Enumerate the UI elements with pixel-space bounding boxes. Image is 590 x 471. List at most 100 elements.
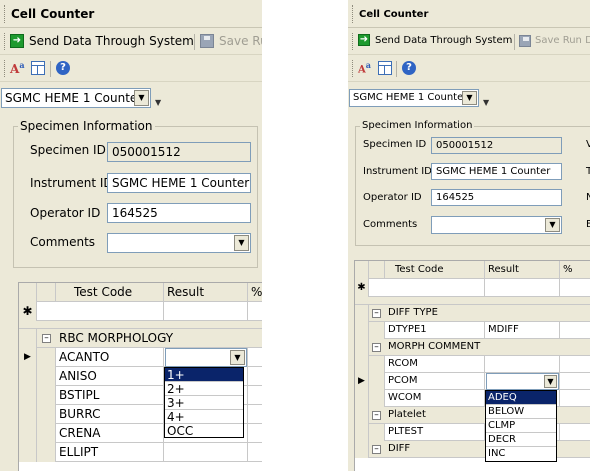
- table-row[interactable]: DTYPE1 MDIFF: [355, 322, 590, 339]
- dropdown-option[interactable]: INC: [486, 447, 556, 462]
- test-code-cell[interactable]: ELLIPT: [56, 443, 164, 462]
- operator-id-field[interactable]: 164525: [107, 203, 251, 223]
- toolbar-overflow-icon[interactable]: ▼: [155, 98, 161, 107]
- analyzer-select[interactable]: SGMC HEME 1 Counter ▼: [349, 89, 479, 107]
- test-code-cell[interactable]: CRENA: [56, 424, 164, 443]
- font-size-icon[interactable]: Aa: [10, 60, 25, 76]
- collapse-icon[interactable]: –: [372, 309, 381, 318]
- dropdown-option[interactable]: 4+: [165, 410, 243, 424]
- analyzer-select[interactable]: SGMC HEME 1 Counter ▼: [1, 88, 151, 108]
- dropdown-option[interactable]: 2+: [165, 382, 243, 396]
- group-row-morph-comment[interactable]: – MORPH COMMENT: [355, 339, 590, 356]
- new-row-result-cell[interactable]: [485, 279, 560, 297]
- instrument-id-label: Instrument ID: [30, 176, 113, 190]
- row-selector[interactable]: [355, 424, 369, 441]
- save-run-button[interactable]: Save Run D: [535, 35, 590, 46]
- group-row-diff-type[interactable]: – DIFF TYPE: [355, 305, 590, 322]
- comments-select[interactable]: ▼: [107, 233, 251, 253]
- send-arrow-icon[interactable]: ➜: [10, 34, 24, 48]
- result-cell[interactable]: [485, 356, 560, 373]
- test-code-cell[interactable]: BSTIPL: [56, 386, 164, 405]
- test-code-cell[interactable]: DTYPE1: [385, 322, 485, 339]
- column-header-result[interactable]: Result: [164, 283, 248, 302]
- save-run-button[interactable]: Save Ru: [219, 34, 262, 48]
- table-options-icon[interactable]: [31, 61, 45, 75]
- grip-handle[interactable]: [352, 5, 354, 23]
- chevron-down-icon[interactable]: ▼: [462, 91, 477, 105]
- new-row[interactable]: ✱: [355, 279, 590, 297]
- row-selector[interactable]: [19, 405, 37, 424]
- column-header-percent[interactable]: %: [248, 283, 262, 302]
- result-dropdown[interactable]: ▼: [165, 348, 247, 367]
- result-cell[interactable]: [164, 443, 248, 462]
- test-code-cell[interactable]: WCOM: [385, 390, 485, 407]
- grip-handle[interactable]: [4, 60, 6, 77]
- grip-handle[interactable]: [352, 60, 354, 77]
- chevron-down-icon[interactable]: ▼: [134, 90, 149, 106]
- instrument-id-field[interactable]: SGMC HEME 1 Counter: [431, 163, 562, 180]
- send-data-button[interactable]: Send Data Through System: [29, 34, 194, 48]
- row-selector[interactable]: [355, 339, 369, 356]
- row-selector[interactable]: [19, 443, 37, 462]
- collapse-icon[interactable]: –: [42, 334, 51, 343]
- row-selector[interactable]: [355, 305, 369, 322]
- dropdown-option[interactable]: 3+: [165, 396, 243, 410]
- result-dropdown[interactable]: ▼: [486, 373, 559, 390]
- collapse-icon[interactable]: –: [372, 411, 381, 420]
- chevron-down-icon[interactable]: ▼: [234, 235, 249, 251]
- column-header-result[interactable]: Result: [485, 261, 560, 279]
- comments-select[interactable]: ▼: [431, 216, 562, 234]
- dropdown-option[interactable]: 1+: [165, 368, 243, 382]
- group-row-rbc-morphology[interactable]: – RBC MORPHOLOGY: [19, 329, 262, 348]
- row-selector[interactable]: [355, 322, 369, 339]
- dropdown-option[interactable]: DECR: [486, 433, 556, 447]
- row-selector[interactable]: [355, 441, 369, 458]
- dropdown-option[interactable]: CLMP: [486, 419, 556, 433]
- instrument-id-field[interactable]: SGMC HEME 1 Counter: [107, 173, 251, 193]
- help-icon[interactable]: ?: [56, 61, 70, 75]
- result-cell[interactable]: MDIFF: [485, 322, 560, 339]
- row-selector[interactable]: [19, 424, 37, 443]
- group-label: MORPH COMMENT: [388, 341, 481, 352]
- chevron-down-icon[interactable]: ▼: [544, 375, 557, 388]
- table-row[interactable]: RCOM: [355, 356, 590, 373]
- column-header-percent[interactable]: %: [560, 261, 590, 279]
- table-row[interactable]: ELLIPT: [19, 443, 262, 462]
- test-code-cell[interactable]: ANISO: [56, 367, 164, 386]
- test-code-cell[interactable]: RCOM: [385, 356, 485, 373]
- test-code-cell[interactable]: PCOM: [385, 373, 485, 390]
- chevron-down-icon[interactable]: ▼: [545, 218, 560, 232]
- test-code-cell[interactable]: PLTEST: [385, 424, 485, 441]
- new-row-code-cell[interactable]: [369, 279, 485, 297]
- operator-id-field[interactable]: 164525: [431, 189, 562, 206]
- send-arrow-icon[interactable]: ➜: [358, 34, 370, 46]
- row-selector[interactable]: [19, 367, 37, 386]
- new-row-code-cell[interactable]: [37, 302, 164, 321]
- row-selector[interactable]: [355, 407, 369, 424]
- font-size-icon[interactable]: Aa: [358, 60, 372, 75]
- new-row[interactable]: ✱: [19, 302, 262, 321]
- new-row-result-cell[interactable]: [164, 302, 248, 321]
- column-header-test-code[interactable]: Test Code: [56, 283, 164, 302]
- row-selector[interactable]: [355, 390, 369, 407]
- grip-handle[interactable]: [4, 5, 6, 23]
- send-data-button[interactable]: Send Data Through System: [375, 35, 512, 46]
- row-selector[interactable]: [19, 329, 37, 348]
- grip-handle[interactable]: [352, 33, 354, 50]
- action-toolbar: ➜ Send Data Through System Save Ru: [0, 29, 262, 55]
- toolbar-overflow-icon[interactable]: ▼: [483, 98, 489, 107]
- row-selector[interactable]: [19, 386, 37, 405]
- row-selector[interactable]: [355, 356, 369, 373]
- test-code-cell[interactable]: BURRC: [56, 405, 164, 424]
- table-options-icon[interactable]: [378, 61, 392, 75]
- column-header-test-code[interactable]: Test Code: [385, 261, 485, 279]
- grip-handle[interactable]: [4, 33, 6, 50]
- test-code-cell[interactable]: ACANTO: [56, 348, 164, 367]
- chevron-down-icon[interactable]: ▼: [230, 350, 245, 365]
- collapse-icon[interactable]: –: [372, 445, 381, 454]
- dropdown-option[interactable]: BELOW: [486, 405, 556, 419]
- dropdown-option[interactable]: OCC: [165, 424, 243, 438]
- dropdown-option[interactable]: ADEQ: [486, 391, 556, 405]
- help-icon[interactable]: ?: [402, 61, 416, 75]
- collapse-icon[interactable]: –: [372, 343, 381, 352]
